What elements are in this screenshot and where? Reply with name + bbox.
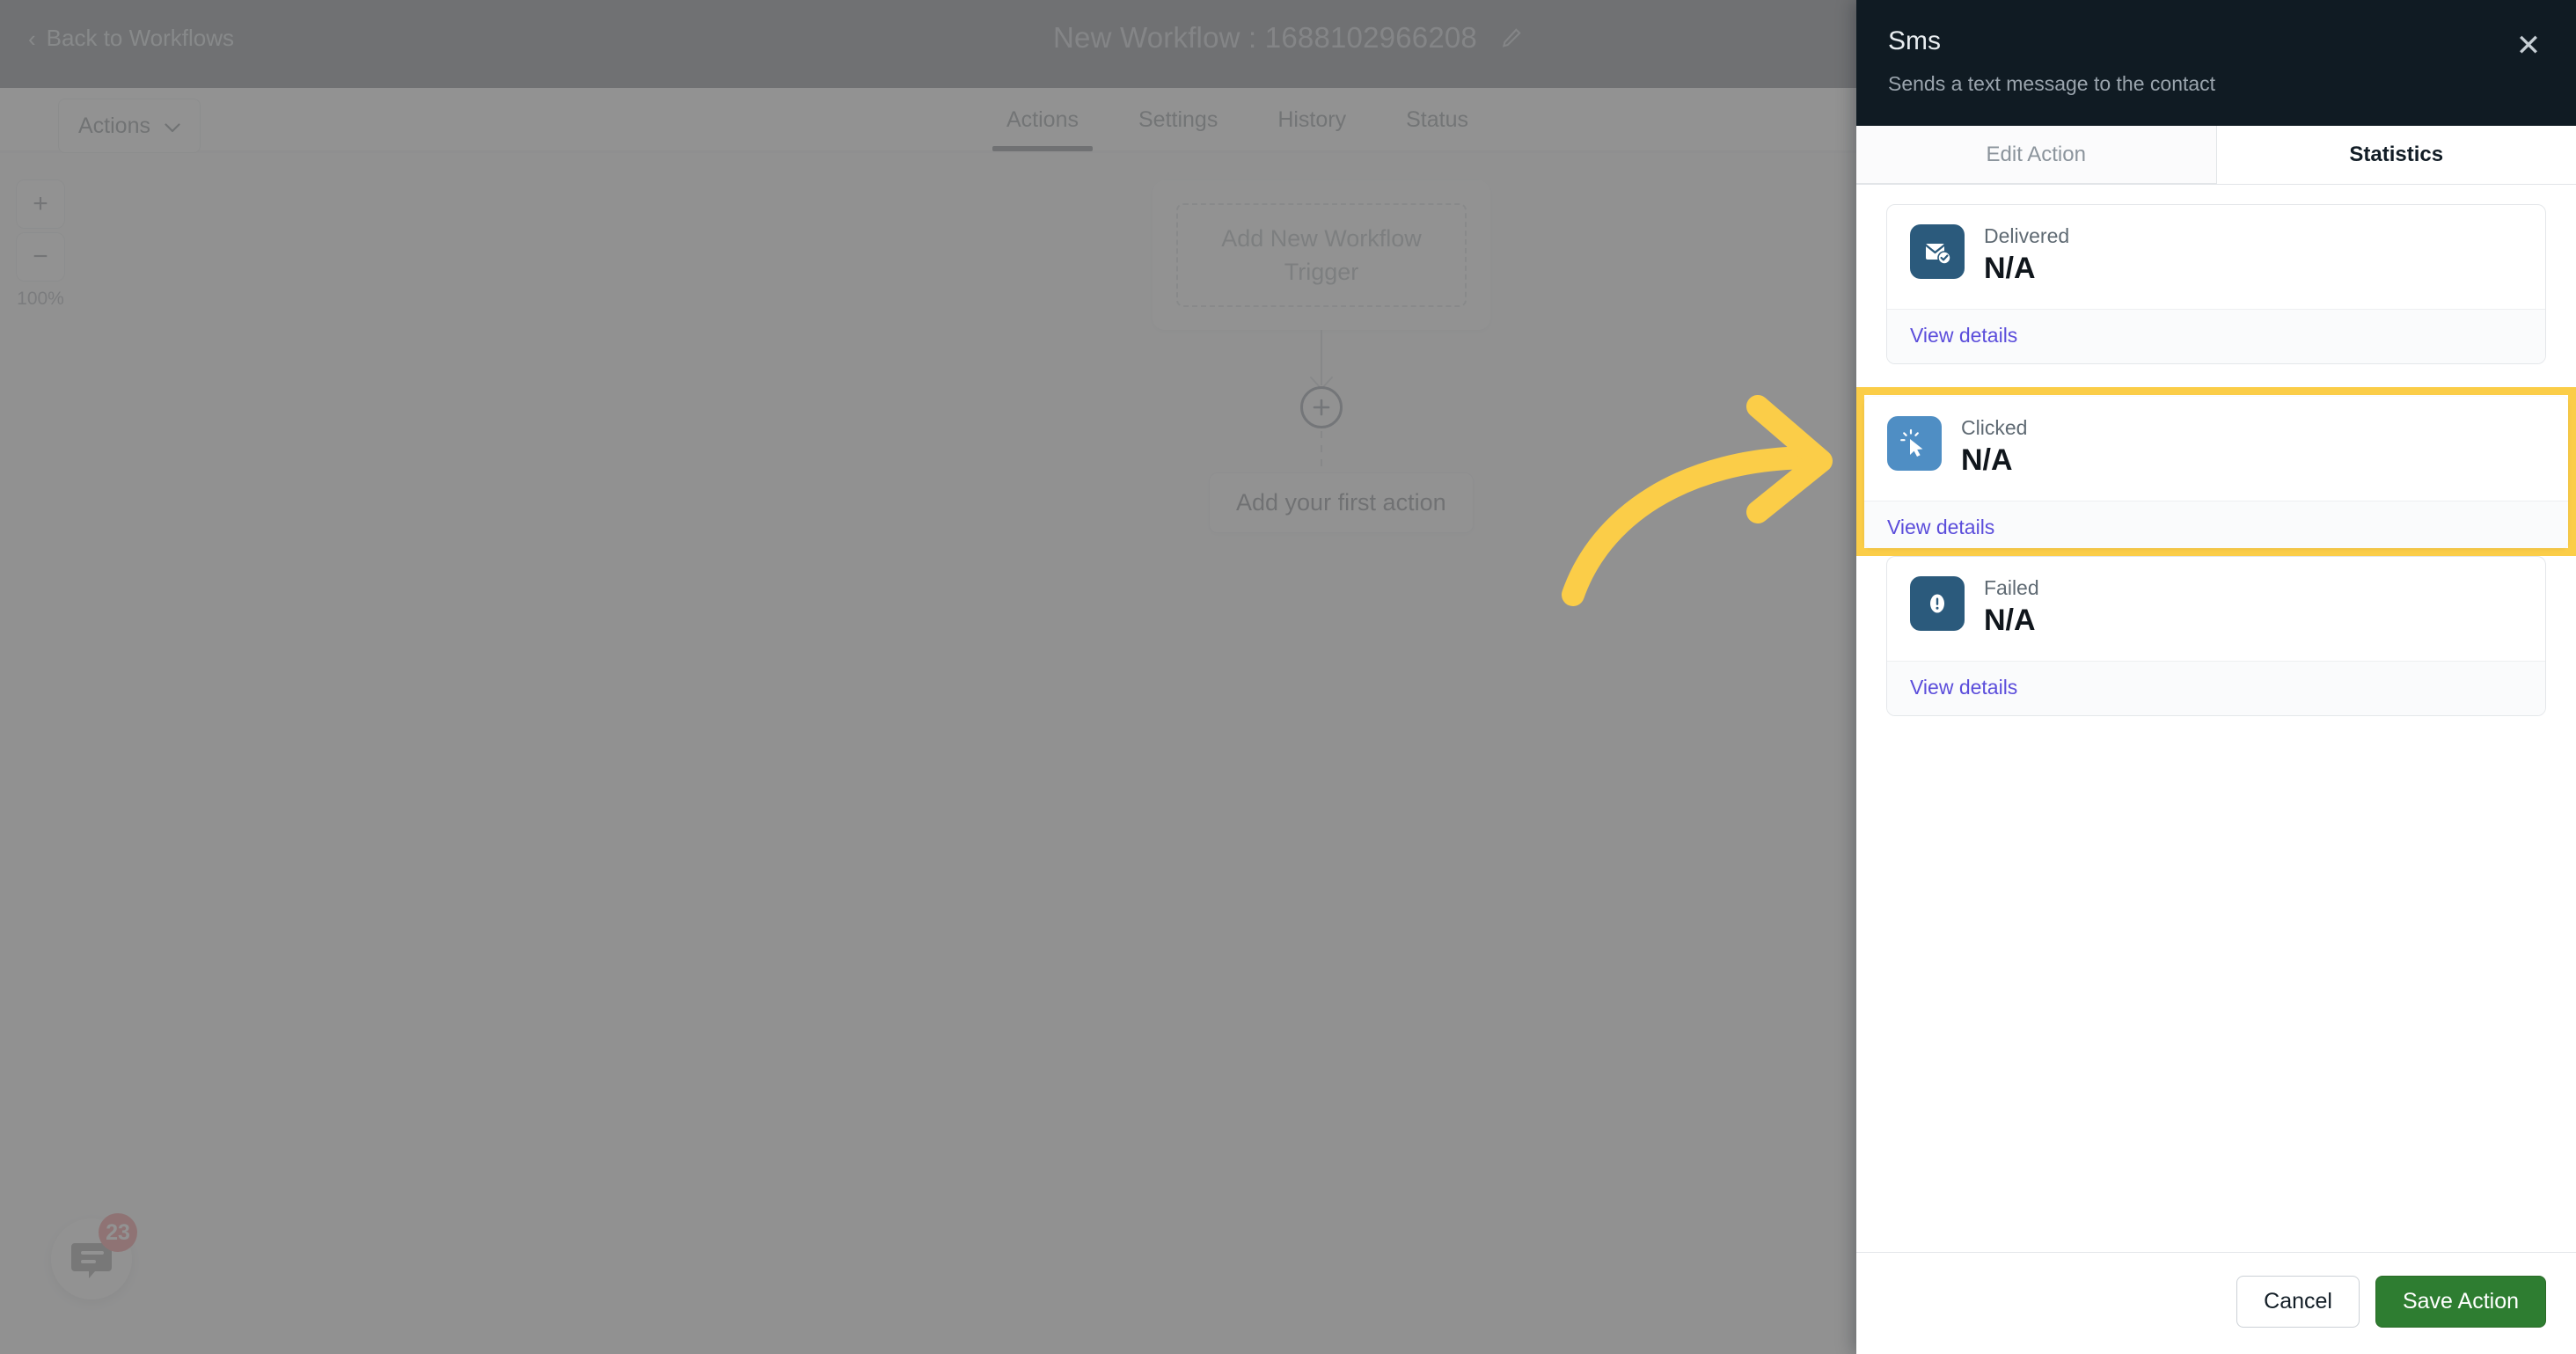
panel-tabs: Edit Action Statistics [1856,126,2576,185]
workflow-tabs: Actions Settings History Status [977,88,1498,151]
add-first-action-label: Add your first action [1236,489,1446,516]
tab-settings-label: Settings [1138,106,1218,132]
add-node-button[interactable] [1300,386,1343,428]
tab-statistics[interactable]: Statistics [2216,126,2576,184]
stat-text-group: Failed N/A [1984,576,2039,638]
stat-card-body: Failed N/A [1887,557,2545,661]
tab-actions-label: Actions [1006,106,1079,132]
stat-value-failed: N/A [1984,604,2036,638]
tab-edit-action[interactable]: Edit Action [1856,126,2217,184]
tab-actions[interactable]: Actions [977,88,1109,151]
stat-card-footer: View details [1864,501,2568,548]
stat-value-delivered: N/A [1984,252,2036,285]
actions-dropdown[interactable]: Actions [58,99,201,153]
close-icon[interactable]: ✕ [2511,28,2546,63]
tab-edit-action-label: Edit Action [1986,142,2086,166]
actions-dropdown-label: Actions [78,113,150,138]
stat-card-body: Delivered N/A [1887,205,2545,309]
panel-title: Sms [1888,26,1941,55]
statistics-list: Delivered N/A View details Clicked N/A [1856,185,2576,1252]
tab-settings[interactable]: Settings [1109,88,1248,151]
tab-status-label: Status [1406,106,1468,132]
panel-subtitle: Sends a text message to the contact [1888,72,2216,95]
stat-card-body: Clicked N/A [1864,397,2568,501]
cursor-click-icon [1887,416,1942,471]
dashed-connector [1321,431,1322,477]
chat-unread-badge: 23 [99,1213,137,1252]
chat-support-widget[interactable]: 23 [51,1213,137,1299]
stat-label-failed: Failed [1984,576,2039,600]
view-details-delivered[interactable]: View details [1910,324,2017,348]
stat-text-group: Delivered N/A [1984,224,2069,286]
exclamation-icon [1910,576,1965,632]
stat-card-failed[interactable]: Failed N/A View details [1886,556,2546,717]
stat-label-clicked: Clicked [1961,416,2028,439]
panel-footer: Cancel Save Action [1856,1252,2576,1354]
stat-value-clicked: N/A [1961,443,2013,477]
stat-text-group: Clicked N/A [1961,416,2027,478]
stat-label-delivered: Delivered [1984,224,2070,247]
zoom-out-icon: − [33,242,48,271]
add-workflow-trigger-node[interactable]: Add New Workflow Trigger [1153,180,1490,330]
zoom-out-button[interactable]: − [16,232,65,282]
highlight-box-clicked: Clicked N/A View details [1856,387,2576,556]
zoom-in-button[interactable]: + [16,179,65,229]
tab-history[interactable]: History [1248,88,1376,151]
view-details-clicked[interactable]: View details [1887,516,1994,539]
tab-history-label: History [1277,106,1347,132]
zoom-controls: + − 100% [16,179,65,310]
save-action-button[interactable]: Save Action [2375,1276,2546,1328]
pencil-icon[interactable] [1500,26,1523,49]
cancel-button[interactable]: Cancel [2236,1276,2360,1328]
view-details-failed[interactable]: View details [1910,676,2017,699]
page-title: New Workflow : 1688102966208 [1053,21,1477,54]
tab-status[interactable]: Status [1376,88,1498,151]
stat-card-clicked[interactable]: Clicked N/A View details [1864,397,2568,548]
stat-card-delivered[interactable]: Delivered N/A View details [1886,204,2546,365]
zoom-level-label: 100% [17,289,64,309]
action-side-panel: Sms Sends a text message to the contact … [1856,0,2576,1354]
add-first-action-node[interactable]: Add your first action [1209,472,1474,533]
workflow-builder-page: ‹ Back to Workflows New Workflow : 16881… [0,0,2576,1354]
chevron-down-icon [165,121,180,132]
panel-header: Sms Sends a text message to the contact … [1856,0,2576,126]
add-workflow-trigger-label: Add New Workflow Trigger [1176,203,1467,307]
tab-statistics-label: Statistics [2349,143,2444,166]
stat-card-footer: View details [1887,309,2545,364]
envelope-check-icon [1910,224,1965,279]
stat-card-footer: View details [1887,661,2545,716]
zoom-in-icon: + [33,189,48,218]
